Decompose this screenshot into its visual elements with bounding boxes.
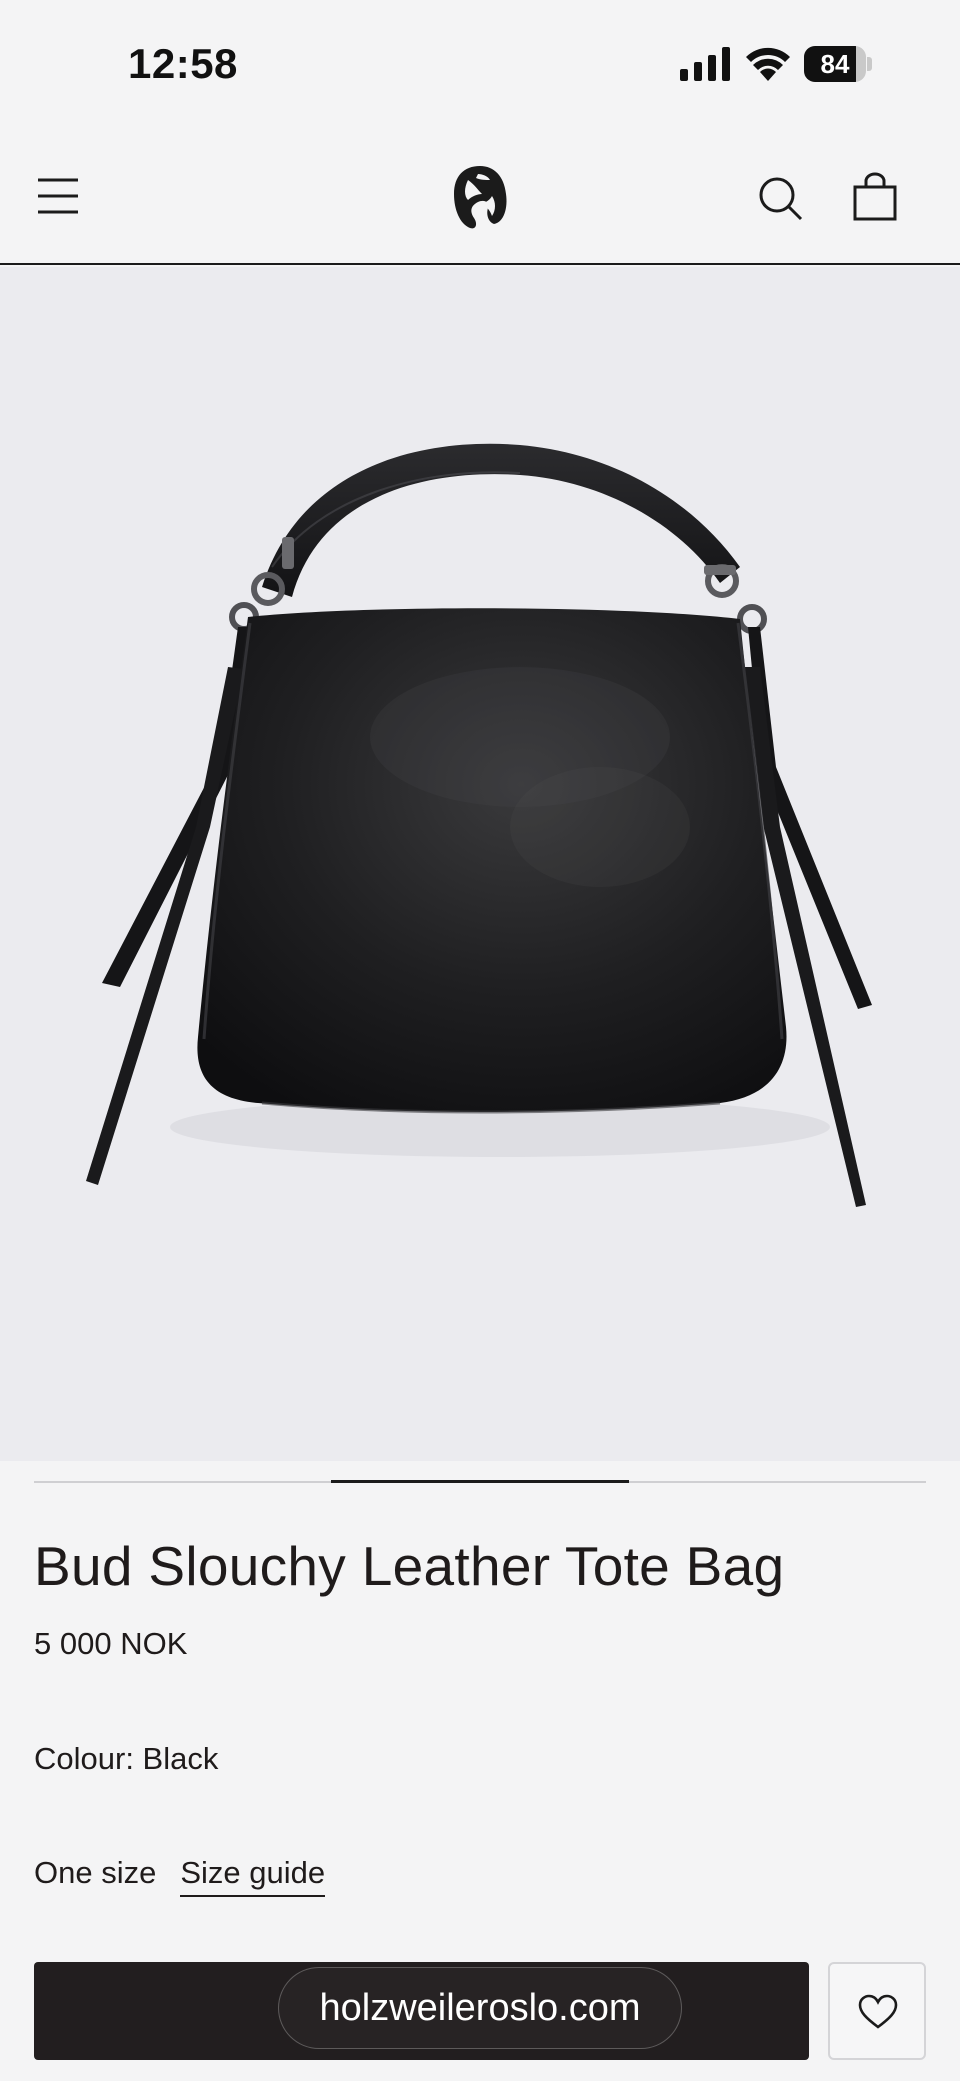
browser-url-pill[interactable]: holzweileroslo.com	[278, 1967, 682, 2049]
battery-percent: 84	[820, 49, 850, 79]
carousel-active-indicator	[331, 1480, 629, 1483]
search-icon[interactable]	[756, 174, 804, 222]
signal-icon	[680, 47, 730, 81]
colour-label: Colour: Black	[34, 1741, 219, 1776]
size-guide-link[interactable]: Size guide	[180, 1855, 326, 1897]
battery-icon: 84	[804, 46, 872, 82]
carousel-progress[interactable]	[34, 1480, 926, 1483]
site-header	[0, 130, 960, 265]
product-title: Bud Slouchy Leather Tote Bag	[34, 1535, 785, 1597]
status-bar: 12:58 84	[0, 0, 960, 130]
wishlist-button[interactable]	[828, 1962, 926, 2060]
holzweiler-logo[interactable]	[448, 162, 512, 232]
tote-bag-illustration	[86, 443, 872, 1207]
size-row: One size Size guide	[34, 1855, 326, 1897]
size-value: One size	[34, 1855, 157, 1890]
wifi-icon	[746, 47, 790, 81]
status-time: 12:58	[128, 40, 238, 87]
product-image[interactable]	[0, 267, 960, 1461]
heart-icon	[858, 1994, 898, 2029]
shopping-bag-icon[interactable]	[852, 172, 898, 222]
hamburger-menu-icon[interactable]	[34, 174, 82, 218]
product-price: 5 000 NOK	[34, 1626, 188, 1661]
